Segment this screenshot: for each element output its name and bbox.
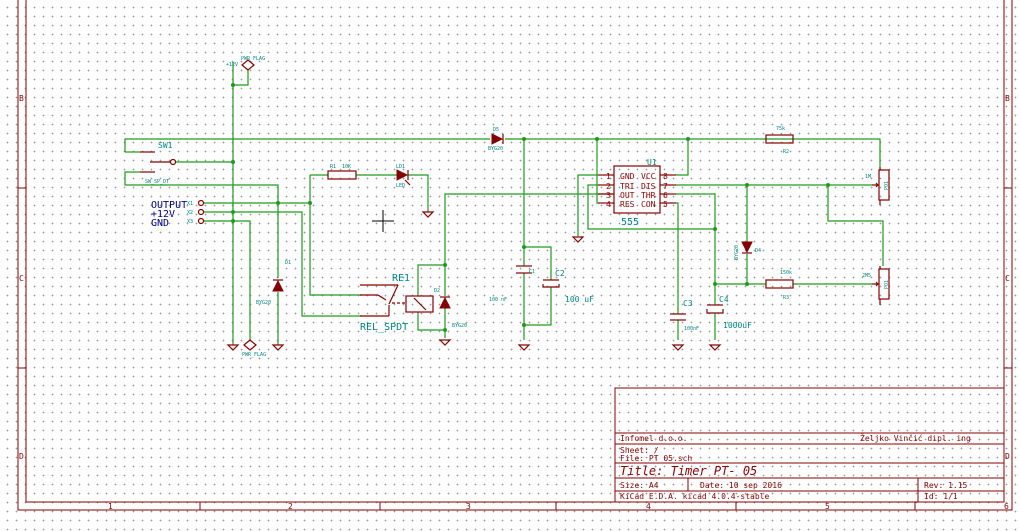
schematic-canvas[interactable]: 1 2 3 4 5 6 B C D B C D Infomel d.o.o. Ž… <box>0 0 1020 531</box>
svg-text:5: 5 <box>663 200 668 209</box>
svg-text:1M: 1M <box>865 174 871 180</box>
svg-text:C2: C2 <box>555 269 565 278</box>
relay-re1[interactable]: RE1 REL_SPDT <box>360 273 434 333</box>
sheet-id: Id: 1/1 <box>924 492 958 501</box>
svg-text:10K: 10K <box>342 164 351 170</box>
svg-text:GND: GND <box>620 172 635 181</box>
svg-text:2M5: 2M5 <box>862 273 871 279</box>
capacitor-c4[interactable]: C4 1000uF <box>706 295 752 330</box>
svg-text:RE1: RE1 <box>392 273 410 284</box>
svg-text:OUT: OUT <box>620 191 635 200</box>
row-label: B <box>19 94 24 103</box>
svg-text:1: 1 <box>606 172 611 181</box>
svg-text:REL_SPDT: REL_SPDT <box>360 322 408 333</box>
row-label: D <box>1005 452 1010 461</box>
svg-text:4: 4 <box>606 200 611 209</box>
column-label: 2 <box>288 502 293 511</box>
svg-text:R3: R3 <box>783 295 789 301</box>
potentiometer-po2[interactable]: 2M5 PO1 <box>862 266 890 305</box>
svg-text:SW1: SW1 <box>158 141 173 150</box>
svg-text:X2: X2 <box>187 210 193 216</box>
diode-d2[interactable]: D2 BYG20 <box>434 288 467 329</box>
svg-text:D1: D1 <box>285 260 291 266</box>
svg-text:THR: THR <box>641 191 656 200</box>
title-block: Infomel d.o.o. Željko Vinčić dipl. ing S… <box>614 387 1005 503</box>
svg-text:C3: C3 <box>683 299 693 308</box>
svg-text:LED: LED <box>396 183 405 189</box>
row-label: C <box>1005 274 1010 283</box>
capacitor-c3[interactable]: C3 100nF <box>670 299 699 332</box>
gnd-label: GND <box>151 218 169 229</box>
svg-text:PO1: PO1 <box>884 181 890 190</box>
svg-text:D5: D5 <box>493 127 499 133</box>
svg-text:PWR_FLAG: PWR_FLAG <box>241 56 265 62</box>
svg-text:2: 2 <box>606 182 611 191</box>
svg-text:BYG20: BYG20 <box>452 323 467 329</box>
svg-text:PWR_FLAG: PWR_FLAG <box>242 352 266 358</box>
file-name: File: PT_05.sch <box>620 454 692 463</box>
column-label: 6 <box>1004 502 1009 511</box>
power-flag-bottom: PWR_FLAG <box>242 339 266 358</box>
svg-text:DIS: DIS <box>641 182 656 191</box>
svg-text:C4: C4 <box>719 295 729 304</box>
svg-text:7: 7 <box>663 182 668 191</box>
potentiometer-po1[interactable]: 1M PO1 <box>865 167 890 205</box>
svg-text:150k: 150k <box>780 270 792 276</box>
column-label: 1 <box>108 502 113 511</box>
diode-d5[interactable]: D5 BYG20 <box>488 127 504 152</box>
svg-text:TRI: TRI <box>620 182 635 191</box>
svg-text:BYG20: BYG20 <box>256 300 271 306</box>
svg-text:CON: CON <box>641 200 656 209</box>
tool-version: KiCad E.D.A. kicad 4.0.4-stable <box>620 492 769 501</box>
svg-text:X3: X3 <box>187 219 193 225</box>
svg-text:100nF: 100nF <box>684 326 699 332</box>
svg-text:3: 3 <box>606 191 611 200</box>
sheet-title: Title: Timer PT- 05 <box>620 464 757 478</box>
crosshair-cursor-icon <box>372 210 394 232</box>
resistor-r2[interactable]: 75k R2 <box>765 126 794 155</box>
svg-text:U1: U1 <box>647 158 657 167</box>
svg-text:LD1: LD1 <box>396 164 405 170</box>
svg-text:VCC: VCC <box>641 172 656 181</box>
sheet-rev: Rev: 1.15 <box>924 481 968 490</box>
led-ld1[interactable]: LD1 LED <box>396 164 411 189</box>
plus12v-label: +12V <box>226 62 238 68</box>
column-label: 4 <box>646 502 651 511</box>
svg-text:1000uF: 1000uF <box>723 321 752 330</box>
row-label: D <box>19 452 24 461</box>
svg-text:BYG20: BYG20 <box>734 245 740 260</box>
svg-text:X1: X1 <box>187 201 193 207</box>
author-name: Željko Vinčić dipl. ing <box>860 432 971 443</box>
sheet-date: Date: 10 sep 2016 <box>700 481 782 490</box>
svg-text:C1: C1 <box>529 269 535 275</box>
svg-text:8: 8 <box>663 172 668 181</box>
svg-text:555: 555 <box>621 217 639 228</box>
capacitor-c1[interactable]: C1 100 nF <box>489 265 535 303</box>
sheet-size: Size: A4 <box>620 481 659 490</box>
svg-text:6: 6 <box>663 191 668 200</box>
svg-text:SW_SP_DT: SW_SP_DT <box>145 179 169 185</box>
column-label: 5 <box>825 502 830 511</box>
row-label: B <box>1005 94 1010 103</box>
ic-u1-555[interactable]: 1 2 3 4 GND TRI OUT RES VCC DIS THR CON … <box>598 158 676 228</box>
connector-x: X1 X2 X3 OUTPUT +12V GND <box>151 199 205 229</box>
svg-text:D4: D4 <box>755 248 761 254</box>
row-label: C <box>19 274 24 283</box>
svg-text:100 nF: 100 nF <box>489 297 507 303</box>
svg-text:BYG20: BYG20 <box>488 146 503 152</box>
resistor-r3[interactable]: 150k R3 <box>765 270 794 301</box>
company-name: Infomel d.o.o. <box>620 434 687 443</box>
switch-sw1[interactable]: SW1 SW_SP_DT <box>140 141 177 185</box>
svg-text:R2: R2 <box>783 149 789 155</box>
svg-text:100 uF: 100 uF <box>565 295 594 304</box>
svg-text:RES: RES <box>620 200 635 209</box>
svg-text:R1: R1 <box>330 164 336 170</box>
resistor-r1[interactable]: R1 10K <box>327 164 357 180</box>
svg-text:PO1: PO1 <box>884 280 890 289</box>
svg-text:75k: 75k <box>776 126 785 132</box>
column-label: 3 <box>466 502 471 511</box>
power-flag-top: PWR_FLAG +12V <box>226 56 265 71</box>
svg-text:D2: D2 <box>434 288 440 294</box>
diode-d1[interactable]: D1 BYG20 <box>256 260 291 306</box>
